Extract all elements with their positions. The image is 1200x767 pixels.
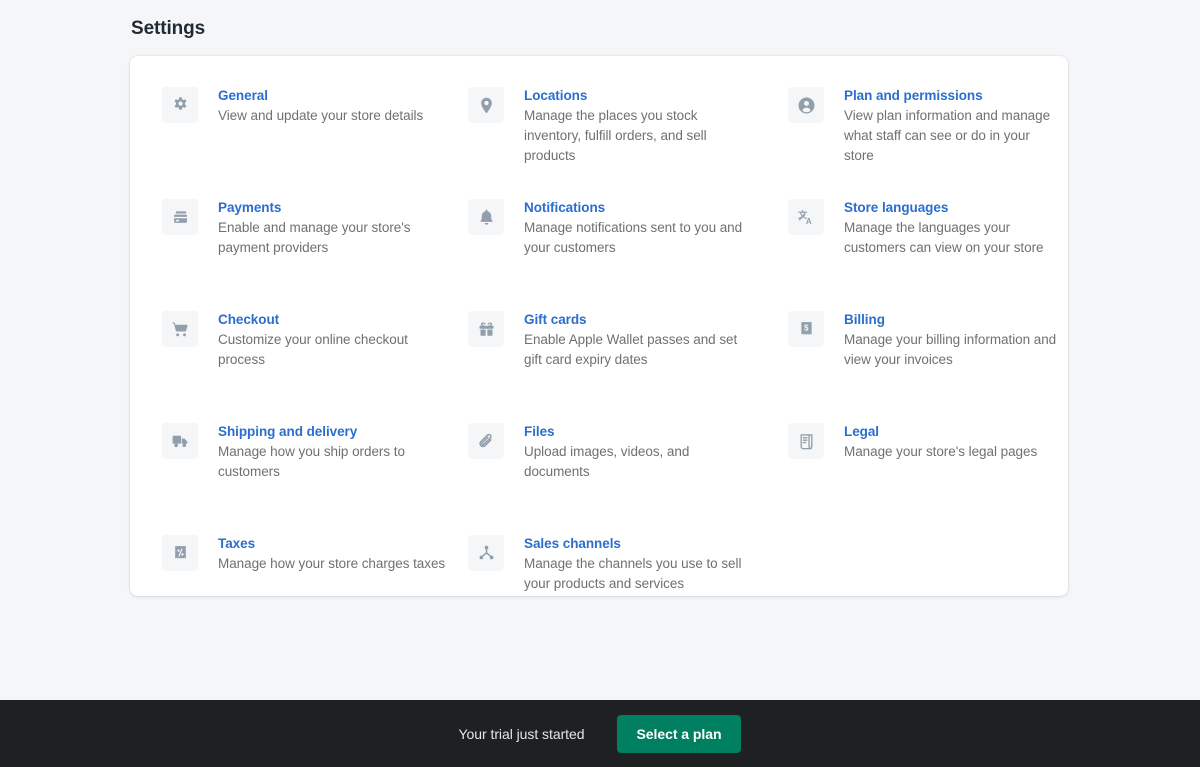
location-pin-icon [468,87,504,123]
setting-item-gift-cards[interactable]: Gift cards Enable Apple Wallet passes an… [450,310,770,422]
setting-item-taxes[interactable]: Taxes Manage how your store charges taxe… [130,534,450,646]
billing-receipt-icon: $ [788,311,824,347]
gear-icon [162,87,198,123]
tax-receipt-icon [162,535,198,571]
paperclip-icon [468,423,504,459]
setting-item-checkout[interactable]: Checkout Customize your online checkout … [130,310,450,422]
setting-item-payments[interactable]: Payments Enable and manage your store's … [130,198,450,310]
setting-item-text: Sales channels Manage the channels you u… [524,534,754,594]
setting-item-billing[interactable]: $ Billing Manage your billing informatio… [770,310,1068,422]
setting-item-text: Checkout Customize your online checkout … [218,310,448,370]
delivery-truck-icon [162,423,198,459]
setting-item-general[interactable]: General View and update your store detai… [130,86,450,198]
setting-item-locations[interactable]: Locations Manage the places you stock in… [450,86,770,198]
setting-item-title[interactable]: Taxes [218,534,445,553]
setting-item-store-languages[interactable]: 文 A Store languages Manage the languages… [770,198,1068,310]
setting-item-description: Manage your store's legal pages [844,444,1038,459]
setting-item-description: Customize your online checkout process [218,332,408,367]
page-title: Settings [131,18,206,39]
setting-item-title[interactable]: Billing [844,310,1059,329]
setting-item-title[interactable]: Locations [524,86,754,105]
settings-page: Settings General View and update your st… [0,0,1200,700]
setting-item-text: Legal Manage your store's legal pages [844,422,1037,462]
setting-item-title[interactable]: Gift cards [524,310,754,329]
setting-item-title[interactable]: Sales channels [524,534,754,553]
setting-item-shipping-and-delivery[interactable]: Shipping and delivery Manage how you shi… [130,422,450,534]
setting-item-title[interactable]: General [218,86,423,105]
setting-item-description: Enable Apple Wallet passes and set gift … [524,332,738,367]
setting-item-description: Manage how your store charges taxes [218,556,446,571]
setting-item-title[interactable]: Files [524,422,754,441]
setting-item-text: Plan and permissions View plan informati… [844,86,1059,166]
setting-item-sales-channels[interactable]: Sales channels Manage the channels you u… [450,534,770,646]
setting-item-text: Shipping and delivery Manage how you shi… [218,422,448,482]
setting-item-text: Notifications Manage notifications sent … [524,198,754,258]
gift-card-icon [468,311,504,347]
setting-item-title[interactable]: Shipping and delivery [218,422,448,441]
shopping-cart-icon [162,311,198,347]
setting-item-text: Payments Enable and manage your store's … [218,198,448,258]
setting-item-plan-and-permissions[interactable]: Plan and permissions View plan informati… [770,86,1068,198]
setting-item-description: Manage how you ship orders to customers [218,444,405,479]
legal-scroll-icon [788,423,824,459]
settings-column-2: Locations Manage the places you stock in… [450,86,770,646]
person-circle-icon [788,87,824,123]
trial-banner: Your trial just started Select a plan [0,700,1200,767]
setting-item-text: Files Upload images, videos, and documen… [524,422,754,482]
settings-grid: General View and update your store detai… [130,56,1068,646]
setting-item-text: Billing Manage your billing information … [844,310,1059,370]
trial-status-text: Your trial just started [458,725,585,742]
setting-item-files[interactable]: Files Upload images, videos, and documen… [450,422,770,534]
setting-item-text: General View and update your store detai… [218,86,423,126]
svg-text:A: A [805,216,811,225]
select-a-plan-button[interactable]: Select a plan [616,714,742,753]
setting-item-title[interactable]: Plan and permissions [844,86,1059,105]
setting-item-text: Taxes Manage how your store charges taxe… [218,534,445,574]
setting-item-description: View and update your store details [218,108,424,123]
setting-item-text: Store languages Manage the languages you… [844,198,1059,258]
setting-item-title[interactable]: Legal [844,422,1037,441]
svg-text:$: $ [803,323,808,332]
settings-column-1: General View and update your store detai… [130,86,450,646]
sales-channels-icon [468,535,504,571]
bell-icon [468,199,504,235]
setting-item-text: Locations Manage the places you stock in… [524,86,754,166]
setting-item-description: Enable and manage your store's payment p… [218,220,411,255]
setting-item-description: Manage the places you stock inventory, f… [524,108,707,163]
setting-item-title[interactable]: Store languages [844,198,1059,217]
setting-item-description: Manage the languages your customers can … [844,220,1044,255]
setting-item-title[interactable]: Checkout [218,310,448,329]
settings-column-3: Plan and permissions View plan informati… [770,86,1068,646]
setting-item-text: Gift cards Enable Apple Wallet passes an… [524,310,754,370]
settings-card: General View and update your store detai… [130,56,1068,596]
setting-item-title[interactable]: Payments [218,198,448,217]
setting-item-description: Upload images, videos, and documents [524,444,690,479]
setting-item-title[interactable]: Notifications [524,198,754,217]
setting-item-notifications[interactable]: Notifications Manage notifications sent … [450,198,770,310]
credit-card-icon [162,199,198,235]
setting-item-description: Manage your billing information and view… [844,332,1057,367]
setting-item-description: View plan information and manage what st… [844,108,1051,163]
setting-item-description: Manage notifications sent to you and you… [524,220,743,255]
translate-icon: 文 A [788,199,824,235]
setting-item-description: Manage the channels you use to sell your… [524,556,742,591]
setting-item-legal[interactable]: Legal Manage your store's legal pages [770,422,1068,534]
